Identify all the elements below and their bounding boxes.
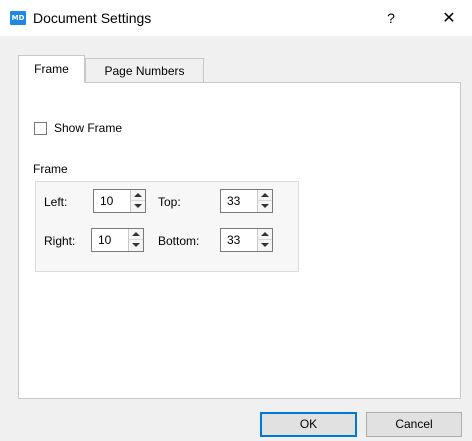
right-spin-down-icon[interactable] [129, 240, 143, 251]
left-label: Left: [44, 195, 68, 209]
window-title: Document Settings [33, 10, 152, 26]
bottom-spin-up-icon[interactable] [258, 229, 272, 240]
top-label: Top: [158, 195, 181, 209]
app-icon: MD [10, 11, 26, 25]
tab-frame[interactable]: Frame [18, 55, 85, 83]
document-settings-dialog: MD Document Settings ? ✕ Frame Page Numb… [0, 0, 472, 441]
bottom-label: Bottom: [158, 234, 200, 248]
right-spin-arrows [128, 229, 143, 251]
top-spin-down-icon[interactable] [258, 201, 272, 212]
bottom-spin-arrows [257, 229, 272, 251]
left-value[interactable]: 10 [100, 190, 113, 212]
right-label: Right: [44, 234, 76, 248]
left-spin-up-icon[interactable] [131, 190, 145, 201]
top-spinbox[interactable]: 33 [220, 189, 273, 213]
top-spin-up-icon[interactable] [258, 190, 272, 201]
help-button[interactable]: ? [381, 7, 401, 29]
left-spin-arrows [130, 190, 145, 212]
top-value[interactable]: 33 [227, 190, 240, 212]
bottom-spinbox[interactable]: 33 [220, 228, 273, 252]
frame-group-title: Frame [33, 162, 68, 176]
close-button[interactable]: ✕ [438, 7, 460, 29]
title-bar: MD Document Settings ? ✕ [0, 0, 472, 36]
top-spin-arrows [257, 190, 272, 212]
bottom-value[interactable]: 33 [227, 229, 240, 251]
ok-button[interactable]: OK [260, 412, 357, 437]
cancel-button[interactable]: Cancel [366, 412, 462, 437]
tab-page-numbers[interactable]: Page Numbers [85, 58, 204, 82]
frame-group-box: Left: 10 Top: 33 Right: 10 Bottom: 33 [35, 181, 299, 272]
show-frame-label[interactable]: Show Frame [54, 121, 122, 135]
right-value[interactable]: 10 [98, 229, 111, 251]
frame-tab-page: Show Frame Frame Left: 10 Top: 33 Right:… [18, 82, 461, 399]
show-frame-option[interactable]: Show Frame [34, 119, 122, 137]
left-spinbox[interactable]: 10 [93, 189, 146, 213]
left-spin-down-icon[interactable] [131, 201, 145, 212]
right-spinbox[interactable]: 10 [91, 228, 144, 252]
right-spin-up-icon[interactable] [129, 229, 143, 240]
show-frame-checkbox[interactable] [34, 121, 47, 135]
bottom-spin-down-icon[interactable] [258, 240, 272, 251]
